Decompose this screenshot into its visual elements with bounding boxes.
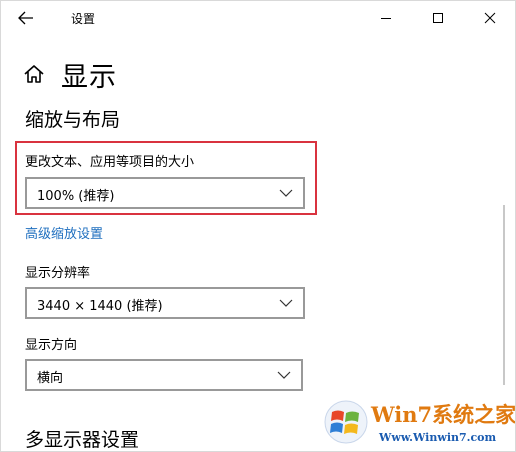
resolution-label: 显示分辨率 — [25, 266, 91, 281]
page-title: 显示 — [61, 62, 117, 93]
multi-display-heading: 多显示器设置 — [25, 429, 140, 451]
maximize-icon — [433, 13, 443, 23]
text-size-value: 100% (推荐) — [37, 189, 115, 204]
chevron-down-icon — [277, 371, 291, 379]
windows-flag-icon — [324, 400, 368, 444]
resolution-dropdown[interactable]: 3440 × 1440 (推荐) — [25, 287, 305, 319]
resolution-value: 3440 × 1440 (推荐) — [37, 299, 163, 314]
minimize-button[interactable] — [363, 1, 409, 35]
orientation-label: 显示方向 — [25, 338, 78, 353]
home-icon[interactable] — [23, 63, 45, 85]
orientation-dropdown[interactable]: 横向 — [25, 359, 303, 391]
watermark-url: Www.Winwin7.com — [379, 431, 497, 444]
back-arrow-icon — [18, 11, 33, 25]
advanced-scaling-link[interactable]: 高级缩放设置 — [25, 223, 103, 242]
text-size-dropdown[interactable]: 100% (推荐) — [25, 177, 305, 209]
maximize-button[interactable] — [415, 1, 461, 35]
window-title: 设置 — [71, 12, 96, 26]
chevron-down-icon — [279, 299, 293, 307]
orientation-value: 横向 — [37, 371, 64, 386]
close-icon — [484, 12, 496, 24]
scrollbar-thumb[interactable] — [503, 205, 505, 385]
minimize-icon — [381, 18, 391, 19]
close-button[interactable] — [467, 1, 513, 35]
watermark-title: Win7系统之家 — [371, 402, 516, 427]
settings-window: 设置 显示 缩放与布局 更改文本、应用等项目的大小 100% (推荐) 高级缩放… — [0, 0, 516, 452]
chevron-down-icon — [279, 189, 293, 197]
text-size-label: 更改文本、应用等项目的大小 — [25, 155, 195, 170]
title-bar: 设置 — [1, 1, 515, 35]
back-button[interactable] — [11, 5, 41, 31]
watermark-logo: Win7系统之家 Www.Winwin7.com — [323, 397, 515, 451]
scale-layout-heading: 缩放与布局 — [25, 109, 121, 131]
